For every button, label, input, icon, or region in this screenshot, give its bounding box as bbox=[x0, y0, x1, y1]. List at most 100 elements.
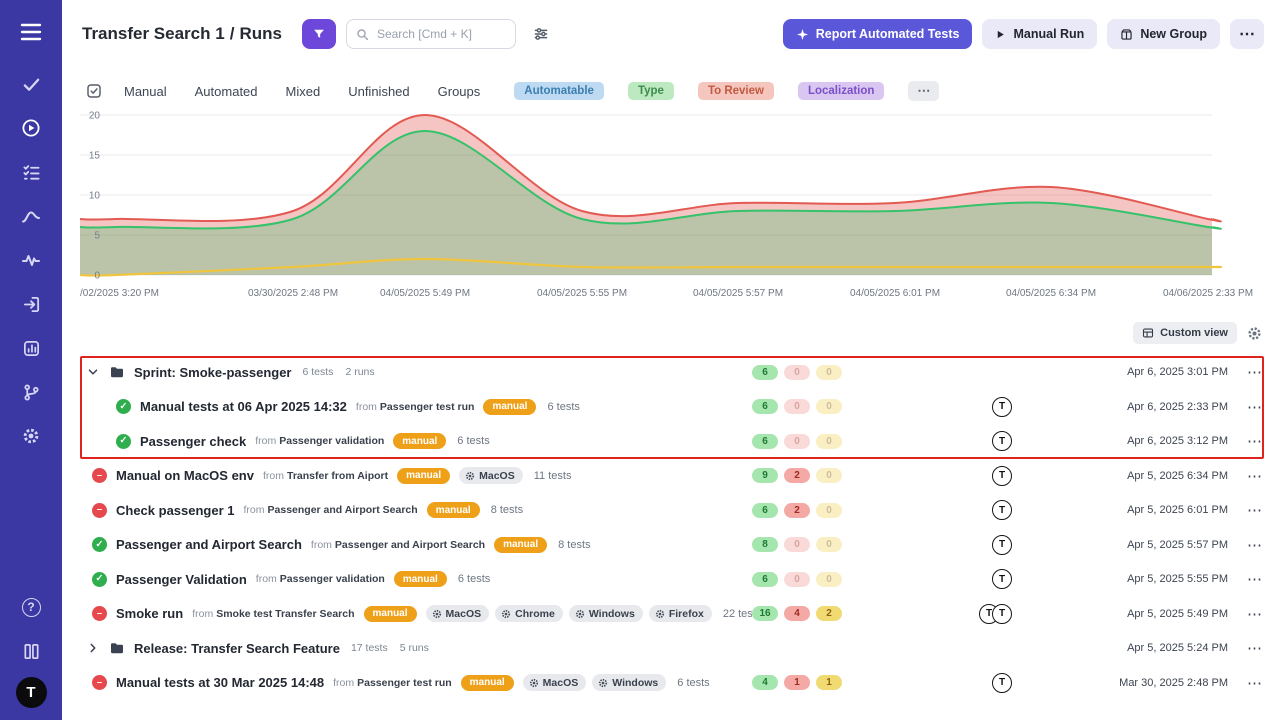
run-date: Apr 5, 2025 5:55 PM bbox=[1078, 573, 1228, 585]
run-assignees: TT bbox=[848, 604, 1078, 624]
view-gear-icon bbox=[1247, 326, 1262, 341]
filter-chip-automatable[interactable]: Automatable bbox=[514, 82, 604, 100]
sidebar-item-runs[interactable] bbox=[0, 106, 62, 150]
status-icon: – bbox=[92, 468, 107, 483]
user-avatar[interactable]: T bbox=[992, 535, 1012, 555]
breadcrumb-project[interactable]: Transfer Search 1 bbox=[82, 24, 225, 43]
run-title[interactable]: Passenger Validation bbox=[116, 572, 247, 587]
user-avatar[interactable]: T bbox=[992, 569, 1012, 589]
row-more-button[interactable]: ⋯ bbox=[1228, 432, 1264, 450]
table-row[interactable]: ✓ Passenger check fromPassenger validati… bbox=[62, 424, 1280, 459]
tab-unfinished[interactable]: Unfinished bbox=[348, 84, 409, 99]
user-avatar[interactable]: T bbox=[992, 431, 1012, 451]
platform-icon bbox=[575, 609, 585, 619]
row-main: Sprint: Smoke-passenger 6 tests2 runs bbox=[86, 364, 752, 380]
group-meta: 17 tests5 runs bbox=[351, 642, 429, 654]
books-icon bbox=[22, 642, 41, 661]
folder-icon bbox=[109, 364, 125, 380]
tab-manual[interactable]: Manual bbox=[124, 84, 167, 99]
menu-button[interactable] bbox=[0, 10, 62, 54]
adjustments-button[interactable] bbox=[526, 19, 556, 49]
table-row[interactable]: – Manual on MacOS env fromTransfer from … bbox=[62, 459, 1280, 494]
skipped-count-pill: 0 bbox=[816, 399, 842, 414]
table-row[interactable]: – Smoke run fromSmoke test Transfer Sear… bbox=[62, 597, 1280, 632]
header-more-button[interactable]: ⋯ bbox=[1230, 19, 1264, 49]
run-title[interactable]: Release: Transfer Search Feature bbox=[134, 641, 340, 656]
row-more-button[interactable]: ⋯ bbox=[1228, 605, 1264, 623]
tab-groups[interactable]: Groups bbox=[438, 84, 481, 99]
row-more-button[interactable]: ⋯ bbox=[1228, 570, 1264, 588]
status-icon: – bbox=[92, 675, 107, 690]
user-avatar[interactable]: T bbox=[992, 673, 1012, 693]
tab-automated[interactable]: Automated bbox=[195, 84, 258, 99]
svg-text:04/05/2025 5:57 PM: 04/05/2025 5:57 PM bbox=[693, 288, 783, 299]
run-title[interactable]: Smoke run bbox=[116, 606, 183, 621]
sidebar-item-pulse[interactable] bbox=[0, 238, 62, 282]
run-title[interactable]: Manual tests at 06 Apr 2025 14:32 bbox=[140, 399, 347, 414]
skipped-count-pill: 0 bbox=[816, 434, 842, 449]
manual-run-button[interactable]: Manual Run bbox=[982, 19, 1097, 49]
report-automated-tests-button[interactable]: Report Automated Tests bbox=[783, 19, 973, 49]
table-row[interactable]: ✓ Passenger Validation fromPassenger val… bbox=[62, 562, 1280, 597]
run-type-badge: manual bbox=[494, 537, 547, 553]
run-type-badge: manual bbox=[394, 571, 447, 587]
sidebar-item-import[interactable] bbox=[0, 282, 62, 326]
sidebar-item-test-plans[interactable] bbox=[0, 150, 62, 194]
user-avatar[interactable]: T bbox=[992, 604, 1012, 624]
run-title[interactable]: Check passenger 1 bbox=[116, 503, 235, 518]
user-avatar[interactable]: T bbox=[992, 466, 1012, 486]
table-row[interactable]: Sprint: Smoke-passenger 6 tests2 runs 6 … bbox=[62, 355, 1280, 390]
filter-chip-type[interactable]: Type bbox=[628, 82, 674, 100]
filter-chip-to-review[interactable]: To Review bbox=[698, 82, 774, 100]
play-circle-icon bbox=[21, 118, 41, 138]
row-more-button[interactable]: ⋯ bbox=[1228, 363, 1264, 381]
filter-button[interactable] bbox=[302, 19, 336, 49]
chart-svg: 05101520/02/2025 3:20 PM03/30/2025 2:48 … bbox=[80, 110, 1212, 305]
more-filters-button[interactable]: ⋯ bbox=[908, 81, 939, 101]
sidebar-item-help[interactable]: ? bbox=[0, 585, 62, 629]
skipped-count-pill: 0 bbox=[816, 503, 842, 518]
table-row[interactable]: ✓ Passenger and Airport Search fromPasse… bbox=[62, 528, 1280, 563]
status-icon: ✓ bbox=[116, 399, 131, 414]
run-title[interactable]: Manual on MacOS env bbox=[116, 468, 254, 483]
chevron-icon[interactable] bbox=[86, 641, 100, 655]
search-input[interactable] bbox=[375, 26, 506, 42]
select-runs-icon[interactable] bbox=[86, 83, 102, 99]
row-more-button[interactable]: ⋯ bbox=[1228, 398, 1264, 416]
app-logo[interactable]: T bbox=[16, 677, 47, 708]
row-more-button[interactable]: ⋯ bbox=[1228, 674, 1264, 692]
app-root: ? T Transfer Search 1/Runs bbox=[0, 0, 1280, 720]
run-title[interactable]: Passenger and Airport Search bbox=[116, 537, 302, 552]
search-box[interactable] bbox=[346, 19, 516, 49]
run-title[interactable]: Passenger check bbox=[140, 434, 246, 449]
sidebar-item-tasks[interactable] bbox=[0, 62, 62, 106]
row-more-button[interactable]: ⋯ bbox=[1228, 501, 1264, 519]
new-group-button[interactable]: New Group bbox=[1107, 19, 1220, 49]
run-title[interactable]: Manual tests at 30 Mar 2025 14:48 bbox=[116, 675, 324, 690]
view-settings-button[interactable] bbox=[1245, 324, 1264, 343]
table-row[interactable]: ✓ Manual tests at 06 Apr 2025 14:32 from… bbox=[62, 390, 1280, 425]
table-row[interactable]: – Manual tests at 30 Mar 2025 14:48 from… bbox=[62, 666, 1280, 701]
run-title[interactable]: Sprint: Smoke-passenger bbox=[134, 365, 292, 380]
sidebar-item-settings[interactable] bbox=[0, 414, 62, 458]
filter-chip-localization[interactable]: Localization bbox=[798, 82, 884, 100]
user-avatar[interactable]: T bbox=[992, 500, 1012, 520]
svg-text:04/05/2025 5:49 PM: 04/05/2025 5:49 PM bbox=[380, 288, 470, 299]
sidebar-item-analytics[interactable] bbox=[0, 194, 62, 238]
row-more-button[interactable]: ⋯ bbox=[1228, 536, 1264, 554]
table-row[interactable]: – Check passenger 1 fromPassenger and Ai… bbox=[62, 493, 1280, 528]
failed-count-pill: 0 bbox=[784, 537, 810, 552]
sidebar-item-reports[interactable] bbox=[0, 326, 62, 370]
row-more-button[interactable]: ⋯ bbox=[1228, 639, 1264, 657]
table-row[interactable]: Release: Transfer Search Feature 17 test… bbox=[62, 631, 1280, 666]
chevron-icon[interactable] bbox=[86, 365, 100, 379]
sidebar-item-docs[interactable] bbox=[0, 629, 62, 673]
row-more-button[interactable]: ⋯ bbox=[1228, 467, 1264, 485]
platform-icon bbox=[432, 609, 442, 619]
sidebar-item-branches[interactable] bbox=[0, 370, 62, 414]
tab-mixed[interactable]: Mixed bbox=[286, 84, 321, 99]
env-chips: MacOSWindows bbox=[523, 674, 667, 691]
custom-view-button[interactable]: Custom view bbox=[1133, 322, 1237, 344]
user-avatar[interactable]: T bbox=[992, 397, 1012, 417]
run-date: Apr 6, 2025 3:12 PM bbox=[1078, 435, 1228, 447]
